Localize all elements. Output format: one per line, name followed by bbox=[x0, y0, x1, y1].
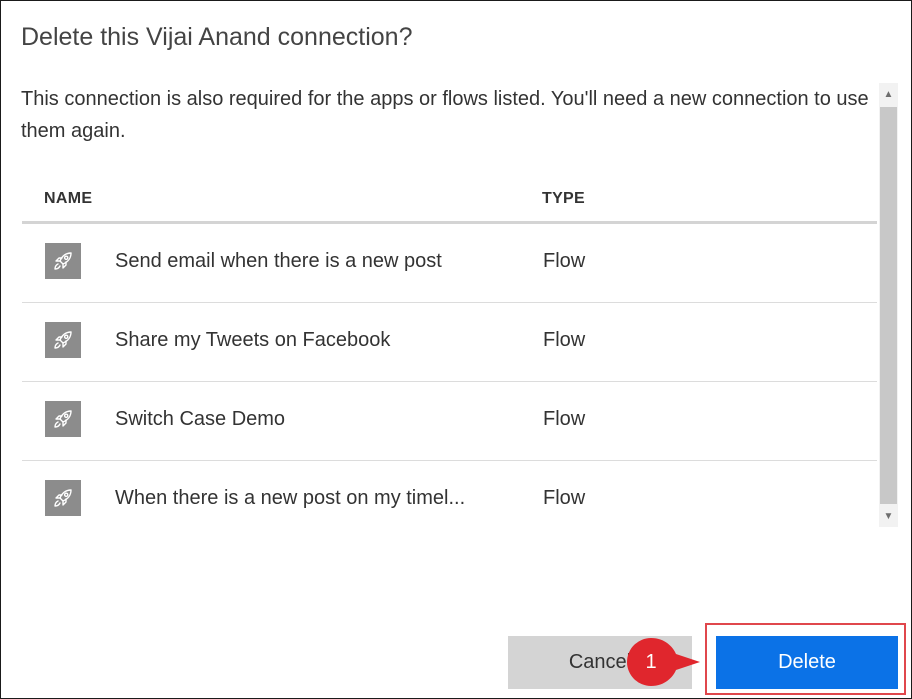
row-type: Flow bbox=[543, 487, 586, 509]
table-row[interactable]: Send email when there is a new post Flow bbox=[22, 224, 877, 303]
delete-button[interactable]: Delete bbox=[716, 636, 898, 689]
rocket-icon bbox=[45, 322, 81, 358]
row-name: Send email when there is a new post bbox=[115, 250, 442, 272]
scroll-up-icon[interactable]: ▲ bbox=[879, 83, 898, 105]
row-name: Switch Case Demo bbox=[115, 408, 286, 430]
rocket-icon bbox=[45, 401, 81, 437]
vertical-scrollbar[interactable]: ▲ ▼ bbox=[879, 83, 898, 527]
table-header: NAME TYPE bbox=[22, 179, 877, 224]
row-type: Flow bbox=[543, 329, 586, 351]
row-type: Flow bbox=[543, 250, 586, 272]
table-row[interactable]: Switch Case Demo Flow bbox=[22, 382, 877, 461]
delete-connection-dialog: Delete this Vijai Anand connection? This… bbox=[0, 0, 912, 699]
scroll-down-icon[interactable]: ▼ bbox=[879, 505, 898, 527]
rocket-icon bbox=[45, 243, 81, 279]
connections-usage-table: NAME TYPE Send email when there is a new… bbox=[22, 179, 877, 539]
row-name: When there is a new post on my timel... bbox=[115, 487, 466, 509]
column-header-type: TYPE bbox=[542, 190, 585, 207]
table-row[interactable]: Share my Tweets on Facebook Flow bbox=[22, 303, 877, 382]
column-header-name: NAME bbox=[44, 190, 93, 207]
step-callout: 1 bbox=[625, 637, 701, 687]
step-number: 1 bbox=[645, 650, 657, 673]
rocket-icon bbox=[45, 480, 81, 516]
dialog-title: Delete this Vijai Anand connection? bbox=[21, 23, 413, 51]
row-name: Share my Tweets on Facebook bbox=[115, 329, 391, 351]
row-type: Flow bbox=[543, 408, 586, 430]
scrollbar-thumb[interactable] bbox=[880, 107, 897, 504]
table-row[interactable]: When there is a new post on my timel... … bbox=[22, 461, 877, 539]
dialog-description: This connection is also required for the… bbox=[21, 88, 869, 142]
